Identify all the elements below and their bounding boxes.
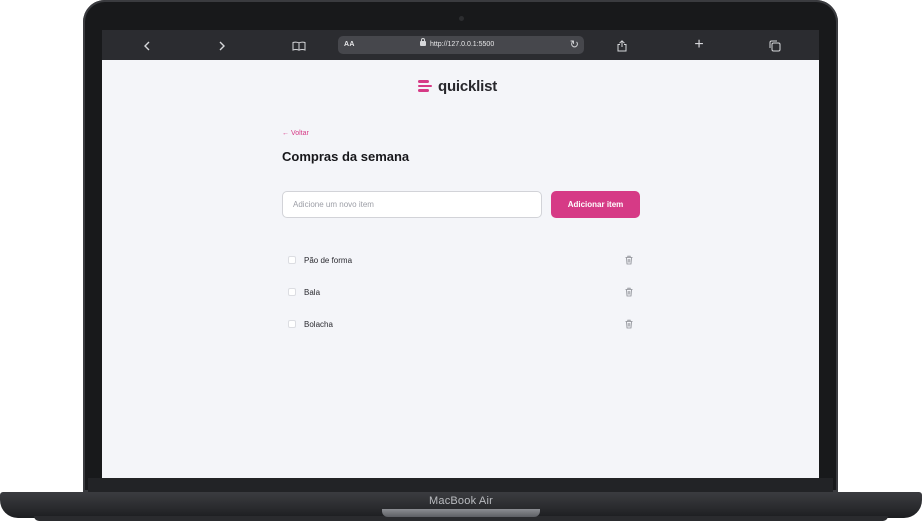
list-item: Bolacha <box>288 308 634 340</box>
item-checkbox[interactable] <box>288 288 296 296</box>
forward-icon[interactable] <box>212 30 232 60</box>
item-checkbox[interactable] <box>288 320 296 328</box>
url-text: http://127.0.0.1:5500 <box>430 41 495 48</box>
item-label: Bolacha <box>304 319 333 329</box>
browser-screen: AA http://127.0.0.1:5500 ↻ + quicklist ←… <box>102 30 819 478</box>
lock-icon <box>420 38 426 46</box>
page-title: Compras da semana <box>282 149 410 164</box>
share-icon[interactable] <box>612 30 632 60</box>
book-icon[interactable] <box>289 30 309 60</box>
brand-name: quicklist <box>438 77 498 95</box>
plus-icon[interactable]: + <box>689 30 709 60</box>
trash-icon[interactable] <box>624 319 634 329</box>
tabs-icon[interactable] <box>765 30 785 60</box>
laptop-hinge <box>382 509 540 517</box>
back-icon[interactable] <box>137 30 157 60</box>
list-item: Pão de forma <box>288 244 634 276</box>
camera-icon <box>459 16 464 21</box>
list-item: Bala <box>288 276 634 308</box>
list-logo-icon <box>418 79 434 93</box>
add-item-button[interactable]: Adicionar item <box>551 191 640 218</box>
reader-aa-label[interactable]: AA <box>344 36 355 54</box>
trash-icon[interactable] <box>624 287 634 297</box>
item-label: Pão de forma <box>304 255 353 265</box>
browser-toolbar: AA http://127.0.0.1:5500 ↻ + <box>102 30 819 60</box>
trash-icon[interactable] <box>624 255 634 265</box>
laptop-chin <box>88 478 833 492</box>
back-link[interactable]: ← Voltar <box>282 130 309 137</box>
address-bar[interactable]: AA http://127.0.0.1:5500 ↻ <box>338 36 584 54</box>
item-checkbox[interactable] <box>288 256 296 264</box>
device-label: MacBook Air <box>429 495 493 507</box>
reload-icon[interactable]: ↻ <box>570 36 579 54</box>
new-item-input[interactable] <box>282 191 542 218</box>
item-list: Pão de forma Bala Bolacha <box>288 244 634 340</box>
item-label: Bala <box>304 287 321 297</box>
brand-logo: quicklist <box>418 76 497 96</box>
